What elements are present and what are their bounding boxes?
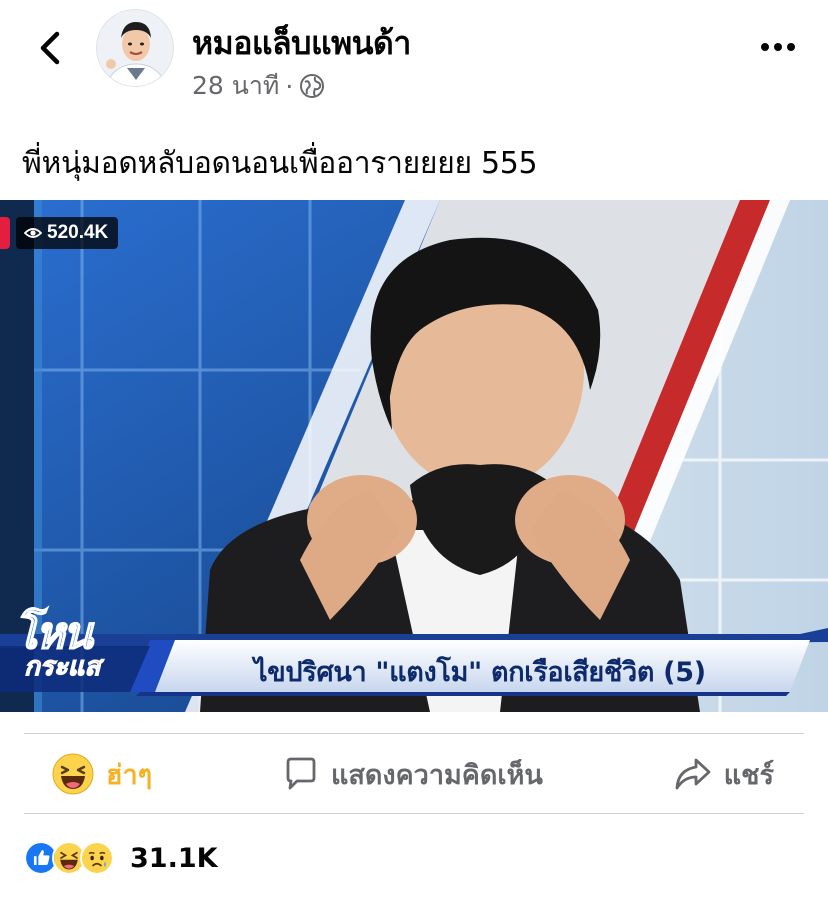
post-actions: ฮ่าๆ แสดงความคิดเห็น แชร์: [24, 734, 804, 814]
live-indicator: [0, 217, 10, 249]
more-dots-icon: [761, 43, 795, 51]
back-button[interactable]: [30, 26, 70, 70]
reaction-icons: [24, 841, 114, 875]
globe-icon: [300, 74, 325, 98]
post-caption: พี่หนุ่มอดหลับอดนอนเพื่ออารายยยย 555: [22, 146, 538, 181]
haha-icon: [52, 753, 94, 795]
react-label: ฮ่าๆ: [106, 759, 153, 791]
author-avatar[interactable]: [96, 9, 174, 87]
post-header: หมอแล็บแพนด้า 28 นาที ·: [0, 0, 828, 110]
post-time[interactable]: 28 นาที: [192, 66, 279, 106]
comment-label: แสดงความคิดเห็น: [331, 759, 543, 791]
react-button[interactable]: ฮ่าๆ: [52, 753, 152, 796]
meta-separator: ·: [285, 71, 294, 101]
more-options-button[interactable]: [758, 32, 798, 62]
author-name[interactable]: หมอแล็บแพนด้า: [192, 18, 411, 69]
comment-icon: [286, 757, 316, 790]
share-arrow-icon: [675, 758, 711, 790]
reaction-count[interactable]: 31.1K: [130, 843, 218, 874]
avatar-image: [97, 10, 173, 86]
divider-bottom: [24, 813, 804, 814]
chevron-left-icon: [40, 31, 60, 65]
reaction-summary[interactable]: 31.1K: [24, 838, 218, 878]
comment-button[interactable]: แสดงความคิดเห็น: [283, 753, 543, 796]
post-meta: 28 นาที ·: [192, 66, 325, 106]
share-label: แชร์: [723, 759, 774, 791]
view-count: 520.4K: [47, 222, 109, 243]
view-count-badge: 520.4K: [16, 217, 119, 249]
share-button[interactable]: แชร์: [674, 753, 774, 796]
eye-icon: [24, 228, 42, 238]
sad-icon: [80, 841, 114, 875]
news-ticker-text: ไขปริศนา "แตงโม" ตกเรือเสียชีวิต (5): [254, 657, 706, 688]
show-logo-sub: กระแส: [23, 652, 101, 683]
